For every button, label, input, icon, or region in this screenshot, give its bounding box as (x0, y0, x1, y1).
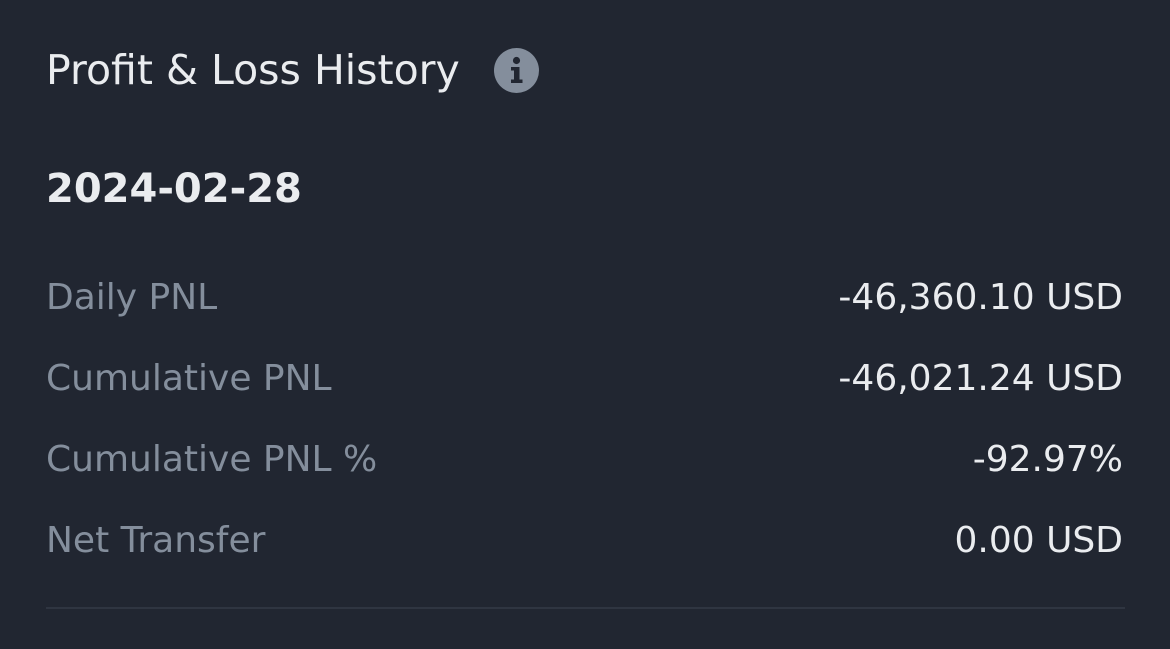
pnl-history-panel: Profit & Loss History 2024-02-28 Daily P… (0, 0, 1170, 649)
info-glyph (510, 56, 523, 83)
row-daily-pnl: Daily PNL -46,360.10 USD (46, 272, 1123, 322)
row-cumulative-pnl: Cumulative PNL -46,021.24 USD (46, 353, 1123, 403)
row-label: Net Transfer (46, 519, 266, 561)
row-value: -46,021.24 USD (838, 357, 1123, 399)
row-value: 0.00 USD (954, 519, 1123, 561)
pnl-header: Profit & Loss History (46, 38, 539, 102)
row-net-transfer: Net Transfer 0.00 USD (46, 515, 1123, 565)
row-label: Cumulative PNL (46, 357, 332, 399)
row-cumulative-pnl-percent: Cumulative PNL % -92.97% (46, 434, 1123, 484)
row-value: -92.97% (972, 438, 1123, 480)
row-label: Daily PNL (46, 276, 218, 318)
row-label: Cumulative PNL % (46, 438, 378, 480)
info-icon[interactable] (493, 47, 539, 93)
pnl-date: 2024-02-28 (46, 166, 302, 212)
page-title: Profit & Loss History (46, 46, 460, 94)
row-value: -46,360.10 USD (838, 276, 1123, 318)
divider (46, 607, 1125, 609)
